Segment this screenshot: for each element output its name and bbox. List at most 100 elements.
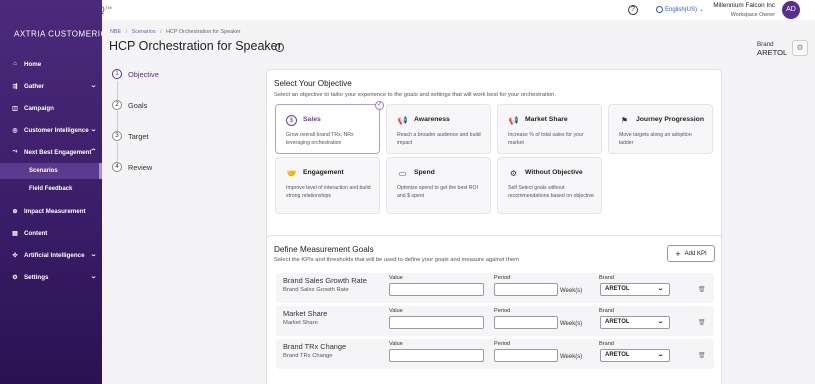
customer-intelligence-icon: ◎ bbox=[12, 127, 18, 134]
kpi-subtitle: Market Share bbox=[283, 320, 318, 326]
option-title: Journey Progression bbox=[636, 116, 704, 123]
goals-subtitle: Select the KPIs and thresholds that will… bbox=[274, 257, 519, 263]
period-label: Period bbox=[494, 341, 511, 347]
kpi-subtitle: Brand TRx Change bbox=[283, 353, 333, 359]
kpi-row: Brand TRx Change Brand TRx Change Value … bbox=[276, 339, 714, 369]
language-selector[interactable]: English(US) ⌄ bbox=[656, 6, 704, 13]
step-target[interactable]: 3 Target bbox=[112, 130, 262, 142]
add-kpi-button[interactable]: + Add KPI bbox=[667, 245, 715, 262]
option-title: Awareness bbox=[414, 116, 450, 123]
avatar[interactable]: AD bbox=[782, 1, 800, 19]
trash-icon[interactable]: 🗑 bbox=[698, 319, 706, 326]
objective-option-engagement[interactable]: 🤝 Engagement Improve level of interactio… bbox=[275, 157, 380, 214]
brand-select[interactable]: ARETOL ⌄ bbox=[600, 316, 670, 329]
campaign-icon: ◫ bbox=[12, 105, 18, 112]
gather-icon: ⇶ bbox=[12, 83, 18, 90]
flag-icon: ⚑ bbox=[620, 116, 629, 125]
step-review[interactable]: 4 Review bbox=[112, 161, 262, 173]
sidebar-item-impact-measurement[interactable]: ⊕ Impact Measurement bbox=[0, 203, 102, 219]
objective-option-sales[interactable]: ✓ $ Sales Grow overall brand TRx, NRx le… bbox=[275, 101, 384, 154]
value-label: Value bbox=[389, 275, 403, 281]
weeks-label: Week(s) bbox=[560, 354, 583, 360]
home-icon: ⌂ bbox=[13, 61, 17, 67]
help-icon[interactable]: ? bbox=[628, 5, 638, 15]
sidebar-item-content[interactable]: ▤ Content bbox=[0, 225, 102, 241]
brand-label: Brand bbox=[599, 308, 614, 314]
value-label: Value bbox=[389, 308, 403, 314]
sidebar-item-label: Gather bbox=[24, 82, 44, 90]
brand-select-value: ARETOL bbox=[605, 286, 630, 292]
stepper-connector bbox=[117, 142, 118, 162]
step-number: 4 bbox=[112, 162, 122, 172]
value-input[interactable] bbox=[389, 283, 484, 296]
objective-option-awareness[interactable]: 📢 Awareness Reach a broader audience and… bbox=[386, 104, 491, 154]
sidebar-item-label: Settings bbox=[24, 273, 49, 281]
megaphone-icon: 📢 bbox=[508, 116, 519, 125]
period-input[interactable] bbox=[494, 316, 558, 329]
kpi-name: Brand Sales Growth Rate bbox=[283, 276, 367, 285]
objective-subtitle: Select an objective to tailor your exper… bbox=[274, 92, 556, 98]
period-input[interactable] bbox=[494, 283, 558, 296]
breadcrumb: NBE / Scenarios / HCP Orchestration for … bbox=[110, 29, 241, 35]
chevron-down-icon: ⌄ bbox=[699, 7, 705, 13]
gear-icon: ⚙ bbox=[796, 43, 804, 52]
value-input[interactable] bbox=[389, 349, 484, 362]
sidebar-item-customer-intelligence[interactable]: ◎ Customer Intelligence ⌄ bbox=[0, 122, 102, 138]
engagement-icon: ⤳ bbox=[12, 148, 18, 155]
sidebar-item-campaign[interactable]: ◫ Campaign bbox=[0, 100, 102, 116]
sidebar-item-home[interactable]: ⌂ Home bbox=[0, 56, 102, 72]
period-input[interactable] bbox=[494, 349, 558, 362]
sidebar-item-label: Home bbox=[24, 60, 42, 68]
objective-option-market-share[interactable]: 📢 Market Share Increase % of total sales… bbox=[497, 104, 602, 154]
info-icon[interactable]: i bbox=[275, 43, 284, 52]
step-number: 3 bbox=[112, 131, 122, 141]
sidebar-item-artificial-intelligence[interactable]: ✣ Artificial Intelligence ⌄ bbox=[0, 247, 102, 263]
brand-select[interactable]: ARETOL ⌄ bbox=[600, 283, 670, 296]
chevron-down-icon: ⌄ bbox=[656, 352, 665, 358]
stepper-connector bbox=[117, 81, 118, 100]
chevron-down-icon: ⌄ bbox=[89, 274, 98, 280]
trash-icon[interactable]: 🗑 bbox=[698, 286, 706, 293]
option-title: Spend bbox=[414, 169, 435, 176]
objective-option-journey-progression[interactable]: ⚑ Journey Progression Move targets along… bbox=[608, 104, 713, 154]
user-name: Millennium Falcon Inc bbox=[713, 2, 775, 9]
brand-value: ARETOL bbox=[757, 48, 788, 57]
language-label: English(US) bbox=[665, 6, 698, 13]
trash-icon[interactable]: 🗑 bbox=[698, 352, 706, 359]
sidebar-item-next-best-engagement[interactable]: ⤳ Next Best Engagement ⌃ bbox=[0, 144, 102, 160]
goals-title: Define Measurement Goals bbox=[274, 245, 374, 254]
step-goals[interactable]: 2 Goals bbox=[112, 99, 262, 111]
sidebar-subitem-scenarios[interactable]: Scenarios bbox=[0, 163, 102, 179]
period-label: Period bbox=[494, 275, 511, 281]
kpi-row: Brand Sales Growth Rate Brand Sales Grow… bbox=[276, 273, 714, 303]
page-title: HCP Orchestration for Speaker bbox=[109, 39, 282, 53]
brand-settings-button[interactable]: ⚙ bbox=[792, 40, 808, 56]
brand-label: Brand bbox=[599, 341, 614, 347]
option-desc: Reach a broader audience and build impac… bbox=[397, 132, 481, 147]
stepper-connector bbox=[117, 111, 118, 131]
breadcrumb-current: HCP Orchestration for Speaker bbox=[166, 29, 241, 35]
check-icon: ✓ bbox=[375, 101, 384, 110]
value-label: Value bbox=[389, 341, 403, 347]
value-input[interactable] bbox=[389, 316, 484, 329]
objective-option-spend[interactable]: ▭ Spend Optimize spend to get the best R… bbox=[386, 157, 491, 214]
breadcrumb-nbe[interactable]: NBE bbox=[110, 29, 121, 35]
objective-option-without-objective[interactable]: ⚙ Without Objective Self Select goals wi… bbox=[497, 157, 602, 214]
sidebar-item-gather[interactable]: ⇶ Gather ⌄ bbox=[0, 78, 102, 94]
sidebar-subitem-field-feedback[interactable]: Field Feedback bbox=[0, 181, 102, 197]
sidebar-item-label: Impact Measurement bbox=[24, 207, 86, 215]
brand-select[interactable]: ARETOL ⌄ bbox=[600, 349, 670, 362]
breadcrumb-separator: / bbox=[125, 29, 128, 35]
step-objective[interactable]: 1 Objective bbox=[112, 68, 262, 80]
impact-icon: ⊕ bbox=[12, 208, 18, 215]
option-title: Sales bbox=[303, 116, 321, 123]
weeks-label: Week(s) bbox=[560, 288, 583, 294]
option-desc: Improve level of interaction and build s… bbox=[286, 185, 371, 200]
settings-icon: ⚙ bbox=[12, 274, 18, 281]
breadcrumb-scenarios[interactable]: Scenarios bbox=[132, 29, 156, 35]
chevron-up-icon: ⌃ bbox=[89, 149, 98, 155]
sidebar-item-settings[interactable]: ⚙ Settings ⌄ bbox=[0, 269, 102, 285]
step-label: Target bbox=[128, 131, 149, 141]
period-label: Period bbox=[494, 308, 511, 314]
sidebar-logo[interactable]: AXTRIA CUSTOMERIQTM bbox=[14, 29, 114, 39]
